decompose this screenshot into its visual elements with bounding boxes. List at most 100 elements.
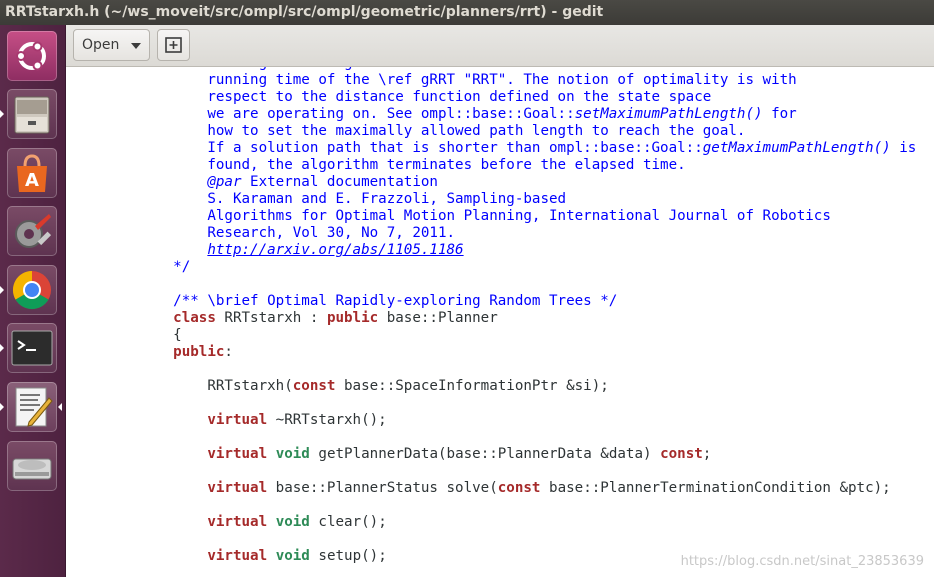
- code-token: void: [275, 514, 310, 530]
- code-line[interactable]: /** \brief Optimal Rapidly-exploring Ran…: [139, 293, 916, 310]
- code-token: base::SpaceInformationPtr &si);: [335, 378, 609, 394]
- ubuntu-logo-icon[interactable]: [7, 31, 57, 81]
- chrome-icon[interactable]: [7, 265, 57, 315]
- terminal-icon[interactable]: [7, 323, 57, 373]
- code-token: Research, Vol 30, No 7, 2011.: [207, 225, 456, 241]
- new-tab-button[interactable]: [157, 29, 190, 61]
- code-token: virtual: [207, 548, 268, 564]
- code-token: ;: [702, 446, 712, 462]
- code-token: getMaximumPathLength(): [702, 140, 891, 156]
- code-token: void: [275, 548, 310, 564]
- code-line[interactable]: If a solution path that is shorter than …: [139, 140, 916, 157]
- code-token: base::PlannerTerminationCondition &ptc);: [540, 480, 891, 496]
- code-line[interactable]: respect to the distance function defined…: [139, 89, 916, 106]
- code-token: @par: [207, 174, 242, 190]
- code-line[interactable]: virtual base::PlannerStatus solve(const …: [139, 480, 916, 497]
- code-line[interactable]: virtual void getPlannerData(base::Planne…: [139, 446, 916, 463]
- text-editor-icon[interactable]: [7, 382, 57, 432]
- toolbar: Open: [66, 25, 934, 67]
- code-line[interactable]: {: [139, 327, 916, 344]
- code-line[interactable]: how to set the maximally allowed path le…: [139, 123, 916, 140]
- code-token: RRTstarxh(: [139, 378, 293, 394]
- code-line[interactable]: */: [139, 259, 916, 276]
- code-token: /** \brief Optimal Rapidly-exploring Ran…: [173, 293, 618, 309]
- code-token: virtual: [207, 514, 268, 530]
- code-token: base::PlannerStatus solve(: [267, 480, 498, 496]
- code-token: is: [890, 140, 917, 156]
- code-line[interactable]: http://arxiv.org/abs/1105.1186: [139, 242, 916, 259]
- code-token: found, the algorithm terminates before t…: [207, 157, 686, 173]
- code-token: for: [762, 106, 797, 122]
- code-token: setup();: [309, 548, 387, 564]
- code-line[interactable]: Algorithms for Optimal Motion Planning, …: [139, 208, 916, 225]
- source-code[interactable]: running time to guaranteed to be a const…: [139, 67, 916, 577]
- code-token: clear();: [309, 514, 387, 530]
- code-line[interactable]: [139, 429, 916, 446]
- code-token: External documentation: [241, 174, 438, 190]
- code-token: const: [497, 480, 541, 496]
- running-indicator: [0, 403, 4, 411]
- open-button-label: Open: [82, 37, 120, 53]
- code-line[interactable]: @par External documentation: [139, 174, 916, 191]
- code-token: running time to guaranteed to be a const…: [207, 67, 694, 71]
- running-indicator: [0, 110, 4, 118]
- code-line[interactable]: [139, 463, 916, 480]
- code-token: we are operating on. See ompl::base::Goa…: [207, 106, 575, 122]
- file-manager-icon[interactable]: [7, 89, 57, 139]
- code-token: S. Karaman and E. Frazzoli, Sampling-bas…: [207, 191, 567, 207]
- window-title: RRTstarxh.h (~/ws_moveit/src/ompl/src/om…: [0, 0, 934, 25]
- code-token: virtual: [207, 446, 268, 462]
- code-line[interactable]: virtual ~RRTstarxh();: [139, 412, 916, 429]
- code-line[interactable]: S. Karaman and E. Frazzoli, Sampling-bas…: [139, 191, 916, 208]
- code-line[interactable]: virtual void clear();: [139, 514, 916, 531]
- code-line[interactable]: we are operating on. See ompl::base::Goa…: [139, 106, 916, 123]
- code-line[interactable]: public:: [139, 344, 916, 361]
- code-token: respect to the distance function defined…: [207, 89, 712, 105]
- code-token: class: [173, 310, 216, 326]
- code-token: setMaximumPathLength(): [574, 106, 763, 122]
- code-line[interactable]: [139, 395, 916, 412]
- software-center-icon[interactable]: A: [7, 148, 57, 198]
- disk-drive-icon[interactable]: [7, 441, 57, 491]
- code-token: getPlannerData(base::PlannerData &data): [309, 446, 661, 462]
- code-line[interactable]: Research, Vol 30, No 7, 2011.: [139, 225, 916, 242]
- code-token: http://arxiv.org/abs/1105.1186: [207, 242, 464, 258]
- code-token: how to set the maximally allowed path le…: [207, 123, 746, 139]
- launcher: A: [0, 25, 66, 577]
- chevron-down-icon: [131, 43, 141, 49]
- code-line[interactable]: running time of the \ref gRRT "RRT". The…: [139, 72, 916, 89]
- new-tab-icon: [165, 37, 182, 53]
- code-line[interactable]: [139, 276, 916, 293]
- text-editor-view[interactable]: running time to guaranteed to be a const…: [66, 67, 934, 577]
- code-line[interactable]: class RRTstarxh : public base::Planner: [139, 310, 916, 327]
- code-line[interactable]: found, the algorithm terminates before t…: [139, 157, 916, 174]
- code-line[interactable]: RRTstarxh(const base::SpaceInformationPt…: [139, 378, 916, 395]
- system-settings-icon[interactable]: [7, 206, 57, 256]
- code-token: public: [173, 344, 225, 360]
- code-line[interactable]: [139, 497, 916, 514]
- code-line[interactable]: [139, 361, 916, 378]
- code-token: base::Planner: [378, 310, 498, 326]
- code-token: const: [660, 446, 703, 462]
- svg-text:A: A: [25, 170, 39, 191]
- open-button[interactable]: Open: [73, 29, 150, 61]
- code-line[interactable]: [139, 531, 916, 548]
